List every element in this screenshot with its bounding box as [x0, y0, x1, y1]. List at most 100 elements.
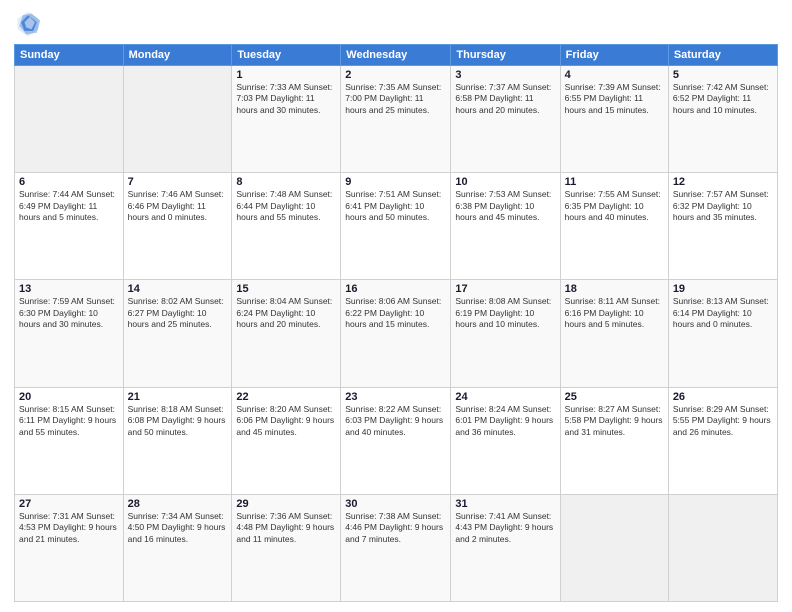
day-cell: 20Sunrise: 8:15 AM Sunset: 6:11 PM Dayli…	[15, 387, 124, 494]
day-number: 15	[236, 283, 336, 295]
day-info: Sunrise: 8:27 AM Sunset: 5:58 PM Dayligh…	[565, 404, 664, 438]
day-cell: 3Sunrise: 7:37 AM Sunset: 6:58 PM Daylig…	[451, 66, 560, 173]
day-cell: 4Sunrise: 7:39 AM Sunset: 6:55 PM Daylig…	[560, 66, 668, 173]
day-number: 26	[673, 391, 773, 403]
week-row-2: 6Sunrise: 7:44 AM Sunset: 6:49 PM Daylig…	[15, 173, 778, 280]
day-number: 27	[19, 498, 119, 510]
day-info: Sunrise: 7:51 AM Sunset: 6:41 PM Dayligh…	[345, 189, 446, 223]
day-cell	[15, 66, 124, 173]
day-cell: 13Sunrise: 7:59 AM Sunset: 6:30 PM Dayli…	[15, 280, 124, 387]
day-cell: 9Sunrise: 7:51 AM Sunset: 6:41 PM Daylig…	[341, 173, 451, 280]
day-cell: 26Sunrise: 8:29 AM Sunset: 5:55 PM Dayli…	[668, 387, 777, 494]
day-cell: 24Sunrise: 8:24 AM Sunset: 6:01 PM Dayli…	[451, 387, 560, 494]
day-info: Sunrise: 7:41 AM Sunset: 4:43 PM Dayligh…	[455, 511, 555, 545]
day-number: 18	[565, 283, 664, 295]
day-cell: 27Sunrise: 7:31 AM Sunset: 4:53 PM Dayli…	[15, 494, 124, 601]
day-cell	[560, 494, 668, 601]
page: Sunday Monday Tuesday Wednesday Thursday…	[0, 0, 792, 612]
day-info: Sunrise: 8:15 AM Sunset: 6:11 PM Dayligh…	[19, 404, 119, 438]
day-info: Sunrise: 7:39 AM Sunset: 6:55 PM Dayligh…	[565, 82, 664, 116]
header-row: Sunday Monday Tuesday Wednesday Thursday…	[15, 45, 778, 66]
day-number: 17	[455, 283, 555, 295]
day-info: Sunrise: 8:13 AM Sunset: 6:14 PM Dayligh…	[673, 296, 773, 330]
day-info: Sunrise: 7:57 AM Sunset: 6:32 PM Dayligh…	[673, 189, 773, 223]
day-cell: 7Sunrise: 7:46 AM Sunset: 6:46 PM Daylig…	[123, 173, 232, 280]
day-info: Sunrise: 7:42 AM Sunset: 6:52 PM Dayligh…	[673, 82, 773, 116]
day-cell: 11Sunrise: 7:55 AM Sunset: 6:35 PM Dayli…	[560, 173, 668, 280]
day-number: 6	[19, 176, 119, 188]
week-row-5: 27Sunrise: 7:31 AM Sunset: 4:53 PM Dayli…	[15, 494, 778, 601]
day-info: Sunrise: 7:33 AM Sunset: 7:03 PM Dayligh…	[236, 82, 336, 116]
week-row-4: 20Sunrise: 8:15 AM Sunset: 6:11 PM Dayli…	[15, 387, 778, 494]
day-number: 4	[565, 69, 664, 81]
day-cell: 25Sunrise: 8:27 AM Sunset: 5:58 PM Dayli…	[560, 387, 668, 494]
col-wednesday: Wednesday	[341, 45, 451, 66]
day-info: Sunrise: 7:38 AM Sunset: 4:46 PM Dayligh…	[345, 511, 446, 545]
day-number: 14	[128, 283, 228, 295]
day-cell: 21Sunrise: 8:18 AM Sunset: 6:08 PM Dayli…	[123, 387, 232, 494]
day-info: Sunrise: 8:04 AM Sunset: 6:24 PM Dayligh…	[236, 296, 336, 330]
logo-icon	[14, 10, 42, 38]
day-cell: 12Sunrise: 7:57 AM Sunset: 6:32 PM Dayli…	[668, 173, 777, 280]
day-number: 25	[565, 391, 664, 403]
day-number: 5	[673, 69, 773, 81]
day-cell: 22Sunrise: 8:20 AM Sunset: 6:06 PM Dayli…	[232, 387, 341, 494]
day-number: 31	[455, 498, 555, 510]
day-cell: 2Sunrise: 7:35 AM Sunset: 7:00 PM Daylig…	[341, 66, 451, 173]
day-number: 24	[455, 391, 555, 403]
day-cell: 8Sunrise: 7:48 AM Sunset: 6:44 PM Daylig…	[232, 173, 341, 280]
col-sunday: Sunday	[15, 45, 124, 66]
day-number: 1	[236, 69, 336, 81]
day-number: 13	[19, 283, 119, 295]
day-cell: 18Sunrise: 8:11 AM Sunset: 6:16 PM Dayli…	[560, 280, 668, 387]
day-number: 8	[236, 176, 336, 188]
day-number: 29	[236, 498, 336, 510]
day-number: 3	[455, 69, 555, 81]
day-info: Sunrise: 8:08 AM Sunset: 6:19 PM Dayligh…	[455, 296, 555, 330]
day-info: Sunrise: 8:11 AM Sunset: 6:16 PM Dayligh…	[565, 296, 664, 330]
day-number: 7	[128, 176, 228, 188]
day-cell	[668, 494, 777, 601]
calendar-table: Sunday Monday Tuesday Wednesday Thursday…	[14, 44, 778, 602]
day-number: 21	[128, 391, 228, 403]
day-number: 20	[19, 391, 119, 403]
day-cell: 15Sunrise: 8:04 AM Sunset: 6:24 PM Dayli…	[232, 280, 341, 387]
week-row-3: 13Sunrise: 7:59 AM Sunset: 6:30 PM Dayli…	[15, 280, 778, 387]
day-cell: 10Sunrise: 7:53 AM Sunset: 6:38 PM Dayli…	[451, 173, 560, 280]
header	[14, 10, 778, 38]
day-cell: 16Sunrise: 8:06 AM Sunset: 6:22 PM Dayli…	[341, 280, 451, 387]
col-saturday: Saturday	[668, 45, 777, 66]
col-friday: Friday	[560, 45, 668, 66]
col-thursday: Thursday	[451, 45, 560, 66]
day-cell: 14Sunrise: 8:02 AM Sunset: 6:27 PM Dayli…	[123, 280, 232, 387]
day-number: 16	[345, 283, 446, 295]
day-info: Sunrise: 7:46 AM Sunset: 6:46 PM Dayligh…	[128, 189, 228, 223]
day-number: 10	[455, 176, 555, 188]
day-info: Sunrise: 8:06 AM Sunset: 6:22 PM Dayligh…	[345, 296, 446, 330]
day-info: Sunrise: 8:20 AM Sunset: 6:06 PM Dayligh…	[236, 404, 336, 438]
day-info: Sunrise: 7:37 AM Sunset: 6:58 PM Dayligh…	[455, 82, 555, 116]
day-info: Sunrise: 8:22 AM Sunset: 6:03 PM Dayligh…	[345, 404, 446, 438]
day-info: Sunrise: 7:59 AM Sunset: 6:30 PM Dayligh…	[19, 296, 119, 330]
day-cell	[123, 66, 232, 173]
col-monday: Monday	[123, 45, 232, 66]
day-number: 11	[565, 176, 664, 188]
day-info: Sunrise: 8:24 AM Sunset: 6:01 PM Dayligh…	[455, 404, 555, 438]
day-number: 19	[673, 283, 773, 295]
day-number: 30	[345, 498, 446, 510]
col-tuesday: Tuesday	[232, 45, 341, 66]
day-info: Sunrise: 7:48 AM Sunset: 6:44 PM Dayligh…	[236, 189, 336, 223]
day-cell: 5Sunrise: 7:42 AM Sunset: 6:52 PM Daylig…	[668, 66, 777, 173]
day-info: Sunrise: 7:31 AM Sunset: 4:53 PM Dayligh…	[19, 511, 119, 545]
day-number: 2	[345, 69, 446, 81]
day-info: Sunrise: 7:36 AM Sunset: 4:48 PM Dayligh…	[236, 511, 336, 545]
day-info: Sunrise: 8:18 AM Sunset: 6:08 PM Dayligh…	[128, 404, 228, 438]
logo	[14, 10, 46, 38]
day-cell: 1Sunrise: 7:33 AM Sunset: 7:03 PM Daylig…	[232, 66, 341, 173]
day-cell: 30Sunrise: 7:38 AM Sunset: 4:46 PM Dayli…	[341, 494, 451, 601]
day-cell: 23Sunrise: 8:22 AM Sunset: 6:03 PM Dayli…	[341, 387, 451, 494]
day-info: Sunrise: 7:44 AM Sunset: 6:49 PM Dayligh…	[19, 189, 119, 223]
day-cell: 6Sunrise: 7:44 AM Sunset: 6:49 PM Daylig…	[15, 173, 124, 280]
day-number: 12	[673, 176, 773, 188]
day-number: 28	[128, 498, 228, 510]
